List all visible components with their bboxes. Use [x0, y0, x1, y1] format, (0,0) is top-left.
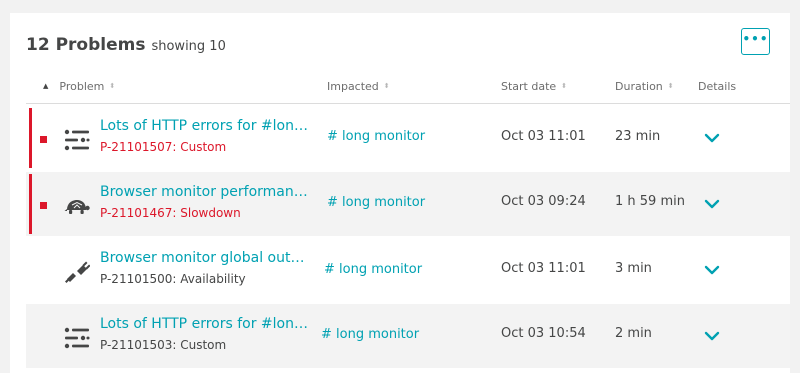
column-label-details: Details: [698, 79, 737, 93]
open-problem-marker: [40, 202, 47, 209]
sliders-icon: [64, 327, 90, 349]
chevron-down-icon[interactable]: [703, 195, 721, 213]
start-date: Oct 03 10:54: [501, 326, 586, 341]
more-dots-icon: •••: [742, 32, 769, 46]
column-label-problem: Problem: [59, 79, 105, 93]
sort-asc-icon: ▲: [43, 82, 49, 90]
impacted-entity-link[interactable]: # long monitor: [321, 327, 419, 342]
column-label-duration: Duration: [615, 79, 663, 93]
severity-bar: [29, 174, 32, 234]
severity-bar: [29, 108, 32, 168]
sort-icon: ⬍: [109, 81, 116, 90]
problem-row[interactable]: Lots of HTTP errors for #long monitor P-…: [26, 106, 790, 170]
column-header-details: Details: [698, 78, 736, 94]
column-header-start-date[interactable]: Start date ⬍: [501, 78, 567, 94]
impacted-entity-link[interactable]: # long monitor: [327, 195, 425, 210]
problem-id: P-21101503: Custom: [100, 338, 227, 352]
column-header-impacted[interactable]: Impacted ⬍: [327, 78, 390, 94]
column-label-start-date: Start date: [501, 79, 557, 93]
more-options-button[interactable]: •••: [741, 28, 770, 55]
open-problem-marker: [40, 136, 47, 143]
problem-id: P-21101507: Custom: [100, 140, 227, 154]
duration: 23 min: [615, 129, 661, 144]
problem-title-link[interactable]: Browser monitor performance degradation: [100, 184, 310, 200]
start-date: Oct 03 11:01: [501, 261, 586, 276]
showing-count: showing 10: [151, 39, 226, 54]
plug-icon: [65, 261, 90, 283]
duration: 3 min: [615, 261, 652, 276]
problems-header: 12 Problems showing 10: [26, 35, 226, 55]
header-divider: [26, 103, 790, 104]
turtle-icon: [64, 200, 90, 214]
duration: 2 min: [615, 326, 652, 341]
chevron-down-icon[interactable]: [703, 261, 721, 279]
sort-icon: ⬍: [561, 81, 568, 90]
sort-icon: ⬍: [667, 81, 674, 90]
problem-row[interactable]: Browser monitor performance degradation …: [26, 172, 790, 236]
chevron-down-icon[interactable]: [703, 129, 721, 147]
problem-row[interactable]: Browser monitor global outage P-21101500…: [26, 238, 790, 302]
chevron-down-icon[interactable]: [703, 327, 721, 345]
problem-title-link[interactable]: Browser monitor global outage: [100, 250, 310, 266]
problem-title-link[interactable]: Lots of HTTP errors for #long monitor: [100, 316, 310, 332]
start-date: Oct 03 11:01: [501, 129, 586, 144]
impacted-entity-link[interactable]: # long monitor: [327, 129, 425, 144]
duration: 1 h 59 min: [615, 194, 685, 209]
problem-id: P-21101467: Slowdown: [100, 206, 241, 220]
problems-count-title: 12 Problems: [26, 35, 146, 55]
impacted-entity-link[interactable]: # long monitor: [324, 262, 422, 277]
problem-row[interactable]: Lots of HTTP errors for #long monitor P-…: [26, 304, 790, 368]
problem-title-link[interactable]: Lots of HTTP errors for #long monitor: [100, 118, 310, 134]
sort-icon: ⬍: [383, 81, 390, 90]
column-header-duration[interactable]: Duration ⬍: [615, 78, 674, 94]
column-label-impacted: Impacted: [327, 79, 379, 93]
sliders-icon: [64, 129, 90, 151]
start-date: Oct 03 09:24: [501, 194, 586, 209]
problems-card: 12 Problems showing 10 ••• ▲ Problem ⬍ Im…: [10, 13, 790, 373]
problem-id: P-21101500: Availability: [100, 272, 246, 286]
column-header-problem[interactable]: ▲ Problem ⬍: [43, 78, 115, 94]
